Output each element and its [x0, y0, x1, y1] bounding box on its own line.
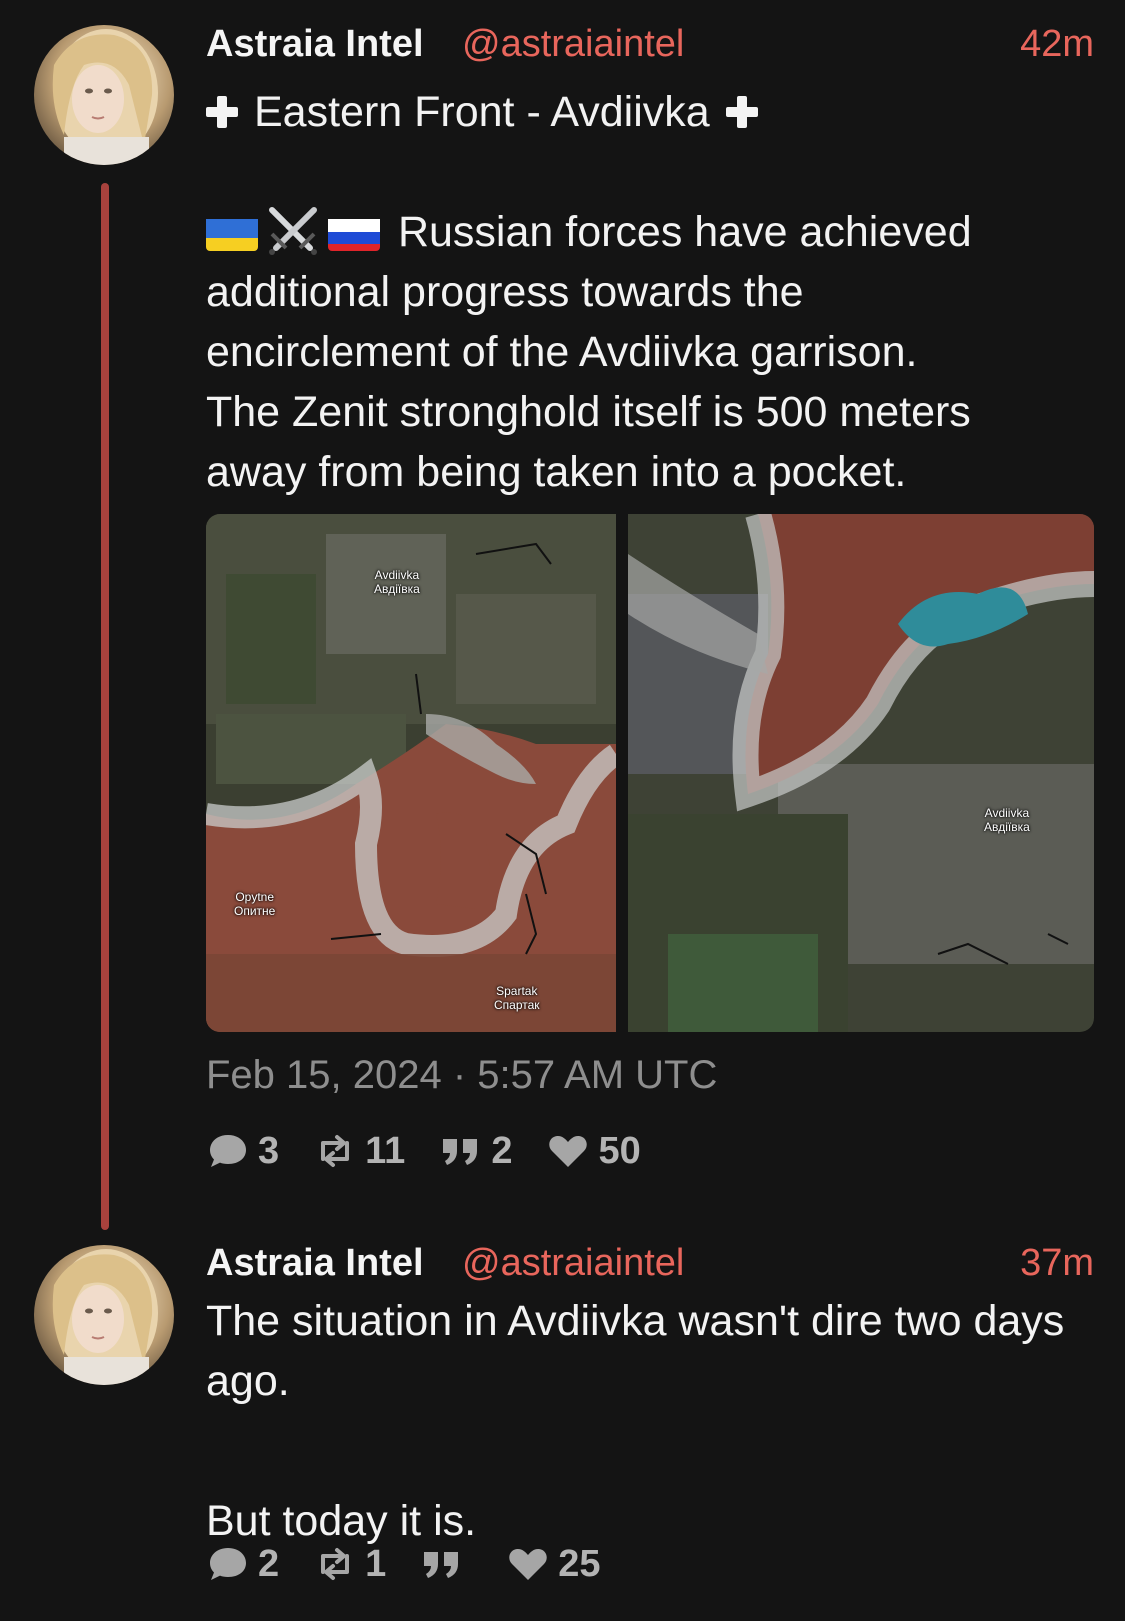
- post-media[interactable]: Avdiivka Авдіївка Opytne Опитне Spartak …: [206, 514, 1094, 1032]
- quote-button[interactable]: 2: [439, 1130, 512, 1173]
- quote-icon: [424, 1552, 459, 1578]
- map-label-spartak: Spartak Спартак: [494, 984, 540, 1012]
- repost-button[interactable]: 11: [313, 1130, 405, 1173]
- like-count: 50: [598, 1129, 641, 1172]
- heart-icon: [509, 1548, 548, 1580]
- post-body-line: ago.: [206, 1357, 290, 1405]
- quote-icon: [443, 1139, 478, 1165]
- flag-ukraine-icon: [206, 213, 258, 251]
- cross-icon: [725, 96, 758, 128]
- like-count: 25: [558, 1542, 601, 1585]
- quote-button[interactable]: [420, 1544, 472, 1584]
- like-button[interactable]: 25: [506, 1542, 601, 1586]
- repost-icon: [321, 1135, 350, 1167]
- map-image-left[interactable]: Avdiivka Авдіївка Opytne Опитне Spartak …: [206, 514, 616, 1032]
- post-body-line: encirclement of the Avdiivka garrison.: [206, 328, 918, 376]
- post-title-line: Eastern Front - Avdiivka: [206, 82, 1094, 142]
- post-stats: 3 11 2 50: [206, 1126, 675, 1176]
- post-body: The situation in Avdiivka wasn't dire tw…: [206, 1291, 1094, 1551]
- crossed-swords-icon: [264, 204, 322, 256]
- repost-count: 1: [365, 1542, 387, 1585]
- post[interactable]: Astraia Intel @astraiaintel 42m Eastern …: [206, 22, 1094, 502]
- quote-count: 2: [491, 1129, 513, 1172]
- post-time[interactable]: 37m: [1020, 1241, 1094, 1285]
- map-label-opytne: Opytne Опитне: [234, 890, 276, 918]
- reply-count: 3: [258, 1129, 280, 1172]
- repost-icon: [321, 1548, 350, 1580]
- post-body-text: Russian forces have achieved: [397, 208, 972, 256]
- author-name[interactable]: Astraia Intel: [206, 1241, 424, 1285]
- reply-count: 2: [258, 1542, 280, 1585]
- avatar-image: [52, 29, 158, 165]
- map-right-graphic: [628, 514, 1094, 1032]
- post-title: Eastern Front - Avdiivka: [254, 88, 710, 136]
- cross-icon: [206, 96, 238, 128]
- post-body: Russian forces have achieved additional …: [206, 202, 1094, 502]
- post-body-line: The situation in Avdiivka wasn't dire tw…: [206, 1297, 1065, 1345]
- thread-line: [101, 183, 109, 1230]
- author-handle[interactable]: @astraiaintel: [462, 1241, 684, 1285]
- map-image-right[interactable]: Avdiivka Авдіївка: [628, 514, 1094, 1032]
- author-name[interactable]: Astraia Intel: [206, 22, 424, 66]
- map-label-avdiivka: Avdiivka Авдіївка: [374, 568, 420, 596]
- post-body-line: away from being taken into a pocket.: [206, 448, 907, 496]
- comment-icon: [210, 1548, 246, 1580]
- post-time[interactable]: 42m: [1020, 22, 1094, 66]
- post-body-line: The Zenit stronghold itself is 500 meter…: [206, 388, 971, 436]
- flag-russia-icon: [328, 213, 380, 251]
- post-body-line: additional progress towards the: [206, 268, 804, 316]
- reply-button[interactable]: 3: [206, 1130, 279, 1173]
- comment-icon: [210, 1135, 246, 1167]
- heart-icon: [549, 1135, 588, 1167]
- post[interactable]: Astraia Intel @astraiaintel 37m The situ…: [206, 1241, 1094, 1551]
- reply-button[interactable]: 2: [206, 1543, 279, 1586]
- repost-button[interactable]: 1: [313, 1543, 386, 1586]
- avatar[interactable]: [34, 1245, 174, 1385]
- post-header: Astraia Intel @astraiaintel 42m: [206, 22, 1094, 66]
- post-header: Astraia Intel @astraiaintel 37m: [206, 1241, 1094, 1285]
- post-timestamp[interactable]: Feb 15, 2024 · 5:57 AM UTC: [206, 1050, 717, 1100]
- avatar-image: [52, 1249, 158, 1385]
- avatar[interactable]: [34, 25, 174, 165]
- post-body-line: Russian forces have achieved: [206, 202, 1094, 262]
- like-button[interactable]: 50: [546, 1129, 641, 1173]
- author-handle[interactable]: @astraiaintel: [462, 22, 684, 66]
- post-stats: 2 1 25: [206, 1539, 635, 1589]
- map-label-avdiivka: Avdiivka Авдіївка: [984, 806, 1030, 834]
- repost-count: 11: [365, 1129, 406, 1172]
